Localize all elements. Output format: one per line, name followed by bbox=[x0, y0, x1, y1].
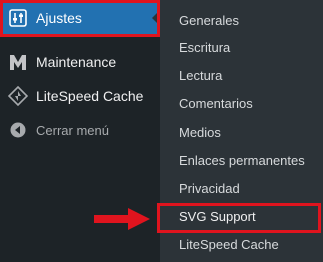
submenu-item-svg-support[interactable]: SVG Support bbox=[179, 207, 256, 227]
submenu-item-escritura[interactable]: Escritura bbox=[179, 38, 230, 58]
collapse-arrow-icon bbox=[8, 120, 28, 140]
red-arrow-icon bbox=[94, 208, 150, 230]
sidebar-item-label: LiteSpeed Cache bbox=[36, 88, 144, 104]
collapse-menu-button[interactable]: Cerrar menú bbox=[0, 113, 160, 147]
sidebar-item-label: Maintenance bbox=[36, 54, 117, 70]
settings-submenu: Generales Escritura Lectura Comentarios … bbox=[160, 0, 323, 262]
submenu-item-litespeed-cache[interactable]: LiteSpeed Cache bbox=[179, 235, 279, 255]
settings-sliders-icon bbox=[8, 8, 28, 28]
sidebar-item-litespeed-cache[interactable]: LiteSpeed Cache bbox=[0, 79, 160, 113]
litespeed-diamond-icon bbox=[8, 86, 28, 106]
sidebar-item-maintenance[interactable]: Maintenance bbox=[0, 45, 160, 79]
submenu-item-comentarios[interactable]: Comentarios bbox=[179, 94, 253, 114]
sidebar-item-label: Ajustes bbox=[36, 10, 82, 26]
submenu-item-lectura[interactable]: Lectura bbox=[179, 66, 222, 86]
sidebar-item-ajustes[interactable]: Ajustes bbox=[0, 0, 160, 36]
admin-menu-screenshot: Ajustes Maintenance LiteSpeed Cache Cerr… bbox=[0, 0, 323, 262]
submenu-item-generales[interactable]: Generales bbox=[179, 11, 239, 31]
submenu-item-medios[interactable]: Medios bbox=[179, 123, 221, 143]
submenu-item-privacidad[interactable]: Privacidad bbox=[179, 179, 240, 199]
maintenance-m-icon bbox=[8, 52, 28, 72]
submenu-item-enlaces-permanentes[interactable]: Enlaces permanentes bbox=[179, 151, 305, 171]
collapse-menu-label: Cerrar menú bbox=[36, 122, 109, 138]
